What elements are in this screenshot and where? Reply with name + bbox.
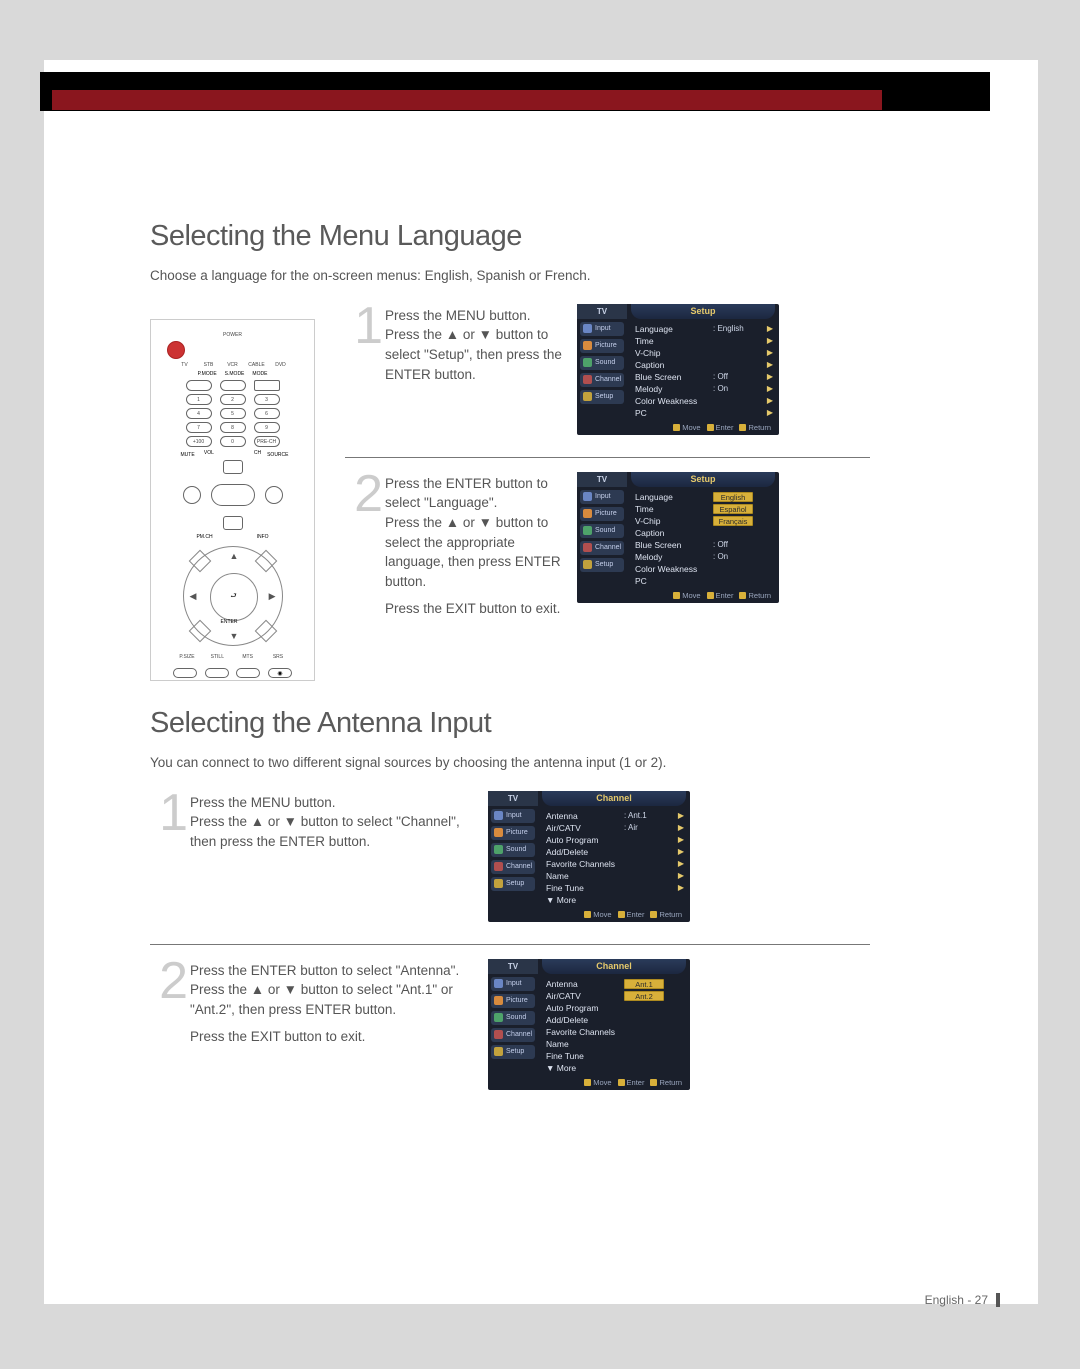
- osd-tab-channel: Channel: [491, 860, 535, 874]
- osd-title-setup: Setup: [631, 304, 775, 319]
- osd-footer: MoveEnterReturn: [577, 589, 779, 600]
- osd-item-aircatv: Air/CATVAnt.2: [546, 990, 684, 1002]
- osd-item-bluescreen: Blue Screen: Off▶: [635, 371, 773, 383]
- osd-item-more: ▼ More: [546, 1062, 684, 1074]
- osd-tab-input: Input: [580, 322, 624, 336]
- osd-item-language: Language: English▶: [635, 323, 773, 335]
- osd-title-channel: Channel: [542, 959, 686, 974]
- osd-item-pc: PC▶: [635, 407, 773, 419]
- osd-channel-1: TV Channel Input Picture Sound Channel Se…: [488, 791, 690, 922]
- step-number-2b: 2: [150, 959, 184, 1003]
- osd-tab-input: Input: [491, 809, 535, 823]
- osd-item-caption: Caption▶: [635, 359, 773, 371]
- osd-item-pc: PC: [635, 575, 773, 587]
- osd-item-name: Name: [546, 1038, 684, 1050]
- osd-item-colorweakness: Color Weakness▶: [635, 395, 773, 407]
- osd-item-adddelete: Add/Delete▶: [546, 846, 684, 858]
- osd-tab-setup: Setup: [580, 390, 624, 404]
- osd-item-vchip: V-ChipFrançais: [635, 515, 773, 527]
- osd-tab-setup: Setup: [491, 877, 535, 891]
- osd-tab-input: Input: [580, 490, 624, 504]
- step-text-1b: Press the MENU button. Press the ▲ or ▼ …: [190, 791, 480, 860]
- step-number-2a: 2: [345, 472, 379, 516]
- osd-item-time: Time▶: [635, 335, 773, 347]
- osd-footer: MoveEnterReturn: [577, 421, 779, 432]
- osd-tab-sound: Sound: [580, 356, 624, 370]
- osd-footer: MoveEnterReturn: [488, 908, 690, 919]
- heading-selecting-antenna: Selecting the Antenna Input: [150, 707, 870, 740]
- osd-item-colorweakness: Color Weakness: [635, 563, 773, 575]
- osd-item-vchip: V-Chip▶: [635, 347, 773, 359]
- osd-footer: MoveEnterReturn: [488, 1076, 690, 1087]
- step-text-2b: Press the ENTER button to select "Antenn…: [190, 959, 480, 1055]
- osd-item-antenna: Antenna: Ant.1▶: [546, 810, 684, 822]
- osd-item-favorite: Favorite Channels▶: [546, 858, 684, 870]
- page-footer: English - 27: [925, 1293, 1000, 1307]
- osd-item-finetune: Fine Tune▶: [546, 882, 684, 894]
- osd-tab-channel: Channel: [580, 373, 624, 387]
- osd-setup-1: TV Setup Input Picture Sound Channel Setu…: [577, 304, 779, 435]
- osd-item-more: ▼ More: [546, 894, 684, 906]
- osd-item-name: Name▶: [546, 870, 684, 882]
- osd-tab-picture: Picture: [491, 826, 535, 840]
- osd-item-antenna: AntennaAnt.1: [546, 978, 684, 990]
- osd-tab-input: Input: [491, 977, 535, 991]
- osd-tab-picture: Picture: [580, 507, 624, 521]
- osd-title-channel: Channel: [542, 791, 686, 806]
- osd-tab-setup: Setup: [491, 1045, 535, 1059]
- divider: [345, 457, 870, 458]
- osd-tv-badge: TV: [488, 791, 538, 806]
- osd-item-autoprogram: Auto Program▶: [546, 834, 684, 846]
- osd-tv-badge: TV: [577, 472, 627, 487]
- osd-tab-sound: Sound: [491, 843, 535, 857]
- step-text-2a: Press the ENTER button to select "Langua…: [385, 472, 569, 627]
- step-text-1a: Press the MENU button. Press the ▲ or ▼ …: [385, 304, 569, 392]
- osd-item-melody: Melody: On▶: [635, 383, 773, 395]
- osd-item-aircatv: Air/CATV: Air▶: [546, 822, 684, 834]
- osd-item-caption: Caption: [635, 527, 773, 539]
- osd-tab-picture: Picture: [491, 994, 535, 1008]
- osd-item-finetune: Fine Tune: [546, 1050, 684, 1062]
- osd-item-adddelete: Add/Delete: [546, 1014, 684, 1026]
- osd-tab-picture: Picture: [580, 339, 624, 353]
- osd-tab-channel: Channel: [580, 541, 624, 555]
- osd-channel-2: TV Channel Input Picture Sound Channel Se…: [488, 959, 690, 1090]
- step-number-1a: 1: [345, 304, 379, 348]
- osd-item-favorite: Favorite Channels: [546, 1026, 684, 1038]
- osd-setup-2: TV Setup Input Picture Sound Channel Setu…: [577, 472, 779, 603]
- osd-item-melody: Melody: On: [635, 551, 773, 563]
- osd-tv-badge: TV: [577, 304, 627, 319]
- osd-tab-setup: Setup: [580, 558, 624, 572]
- heading-selecting-menu-language: Selecting the Menu Language: [150, 220, 870, 253]
- header-bar-red: [52, 90, 882, 110]
- osd-tab-channel: Channel: [491, 1028, 535, 1042]
- osd-tv-badge: TV: [488, 959, 538, 974]
- osd-item-bluescreen: Blue Screen: Off: [635, 539, 773, 551]
- step-number-1b: 1: [150, 791, 184, 835]
- osd-tab-sound: Sound: [491, 1011, 535, 1025]
- osd-item-language: LanguageEnglish: [635, 491, 773, 503]
- osd-item-time: TimeEspañol: [635, 503, 773, 515]
- osd-title-setup: Setup: [631, 472, 775, 487]
- intro-selecting-menu-language: Choose a language for the on-screen menu…: [150, 267, 870, 286]
- osd-tab-sound: Sound: [580, 524, 624, 538]
- divider: [150, 944, 870, 945]
- intro-selecting-antenna: You can connect to two different signal …: [150, 754, 870, 773]
- osd-item-autoprogram: Auto Program: [546, 1002, 684, 1014]
